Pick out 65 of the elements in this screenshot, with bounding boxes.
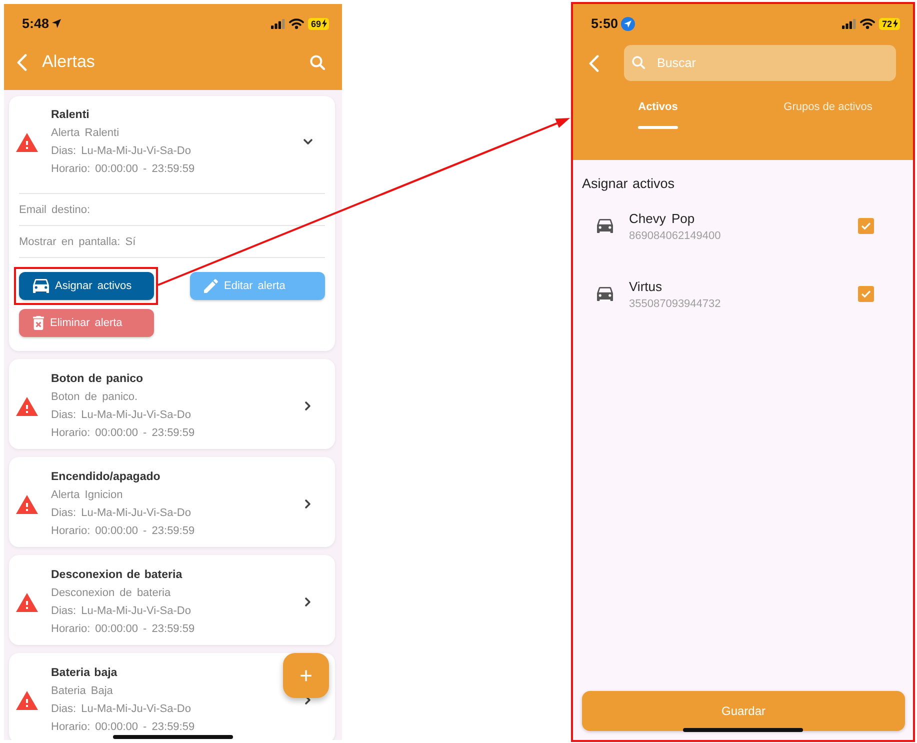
alert-description: Alerta Ralenti: [51, 126, 120, 141]
alert-schedule: Horario: 00:00:00 - 23:59:59: [51, 426, 195, 441]
asset-id: 869084062149400: [629, 228, 721, 242]
detail-text: Email destino:: [19, 204, 90, 216]
alert-card[interactable]: Encendido/apagado Alerta Ignicion Dias: Lu-Ma-Mi-Ju-Vi-Sa-Do Horario: 00:00:00 - 23:59:59: [9, 457, 335, 547]
back-icon[interactable]: [589, 54, 599, 72]
car-icon: [33, 278, 49, 294]
screen-title: Alertas: [42, 52, 95, 72]
alert-card[interactable]: Desconexion de bateria Desconexion de bateria Dias: Lu-Ma-Mi-Ju-Vi-Sa-Do Horario: 00:00:00 - 23:59:59: [9, 555, 335, 645]
alert-schedule: Horario: 00:00:00 - 23:59:59: [51, 162, 195, 177]
alert-days: Dias: Lu-Ma-Mi-Ju-Vi-Sa-Do: [51, 700, 191, 718]
chevron-down-icon[interactable]: [303, 137, 313, 147]
detail-text: Mostrar en pantalla: Sí: [19, 236, 136, 248]
asset-name: Virtus: [629, 278, 662, 294]
alert-description: Bateria Baja: [51, 684, 113, 699]
car-icon: [597, 286, 613, 302]
check-icon: [861, 222, 871, 230]
search-field[interactable]: Buscar: [624, 45, 896, 81]
assign-button[interactable]: Asignar activos: [19, 272, 154, 300]
warning-icon: [16, 690, 38, 710]
alert-title: Desconexion de bateria: [51, 568, 182, 583]
chevron-right-icon[interactable]: [303, 695, 313, 705]
wifi-icon: [288, 18, 304, 29]
alert-description: Alerta Ignicion: [51, 488, 123, 503]
section-title: Asignar activos: [582, 176, 675, 192]
chevron-right-icon[interactable]: [303, 401, 313, 411]
warning-icon: [16, 396, 38, 416]
status-time: 5:50: [591, 16, 618, 31]
checkbox[interactable]: [858, 218, 874, 234]
back-icon[interactable]: [17, 54, 27, 70]
alert-schedule: Horario: 00:00:00 - 23:59:59: [51, 524, 195, 539]
alert-card[interactable]: Ralenti Alerta Ralenti Dias: Lu-Ma-Mi-Ju-Vi-Sa-Do Horario: 00:00:00 - 23:59:59 Email destino: Mostrar en pantalla: Sí Asignar activos Editar alerta Eliminar alerta: [9, 96, 335, 351]
alert-days: Dias: Lu-Ma-Mi-Ju-Vi-Sa-Do: [51, 504, 191, 522]
warning-icon: [16, 132, 38, 152]
alert-title: Boton de panico: [51, 372, 144, 387]
signal-icon: [270, 18, 285, 28]
signal-icon: [842, 18, 856, 28]
warning-icon: [16, 592, 38, 612]
alert-title: Ralenti: [51, 108, 90, 123]
asset-id: 355087093944732: [629, 296, 721, 310]
alert-days: Dias: Lu-Ma-Mi-Ju-Vi-Sa-Do: [51, 602, 191, 620]
checkbox[interactable]: [858, 286, 874, 302]
pencil-icon: [204, 279, 218, 293]
alert-days: Dias: Lu-Ma-Mi-Ju-Vi-Sa-Do: [51, 406, 191, 424]
alert-schedule: Horario: 00:00:00 - 23:59:59: [51, 720, 195, 735]
check-icon: [861, 290, 871, 298]
chevron-right-icon[interactable]: [303, 597, 313, 607]
alert-description: Boton de panico.: [51, 390, 138, 405]
alert-card[interactable]: Boton de panico Boton de panico. Dias: Lu-Ma-Mi-Ju-Vi-Sa-Do Horario: 00:00:00 - 23:59:59: [9, 359, 335, 449]
alert-title: Encendido/apagado: [51, 470, 160, 485]
trash-icon: [33, 316, 44, 330]
battery-percentage: 69: [310, 18, 321, 30]
alert-days: Dias: Lu-Ma-Mi-Ju-Vi-Sa-Do: [51, 142, 191, 160]
wifi-icon: [860, 18, 875, 29]
alert-title: Bateria baja: [51, 666, 118, 681]
battery-percentage: 72: [882, 18, 892, 30]
search-icon[interactable]: [632, 56, 645, 69]
search-icon[interactable]: [310, 54, 325, 70]
alert-schedule: Horario: 00:00:00 - 23:59:59: [51, 622, 195, 637]
chevron-right-icon[interactable]: [303, 499, 313, 509]
asset-name: Chevy Pop: [629, 210, 695, 226]
status-time: 5:48: [22, 16, 50, 31]
car-icon: [597, 218, 613, 234]
alert-description: Desconexion de bateria: [51, 586, 171, 601]
warning-icon: [16, 494, 38, 514]
